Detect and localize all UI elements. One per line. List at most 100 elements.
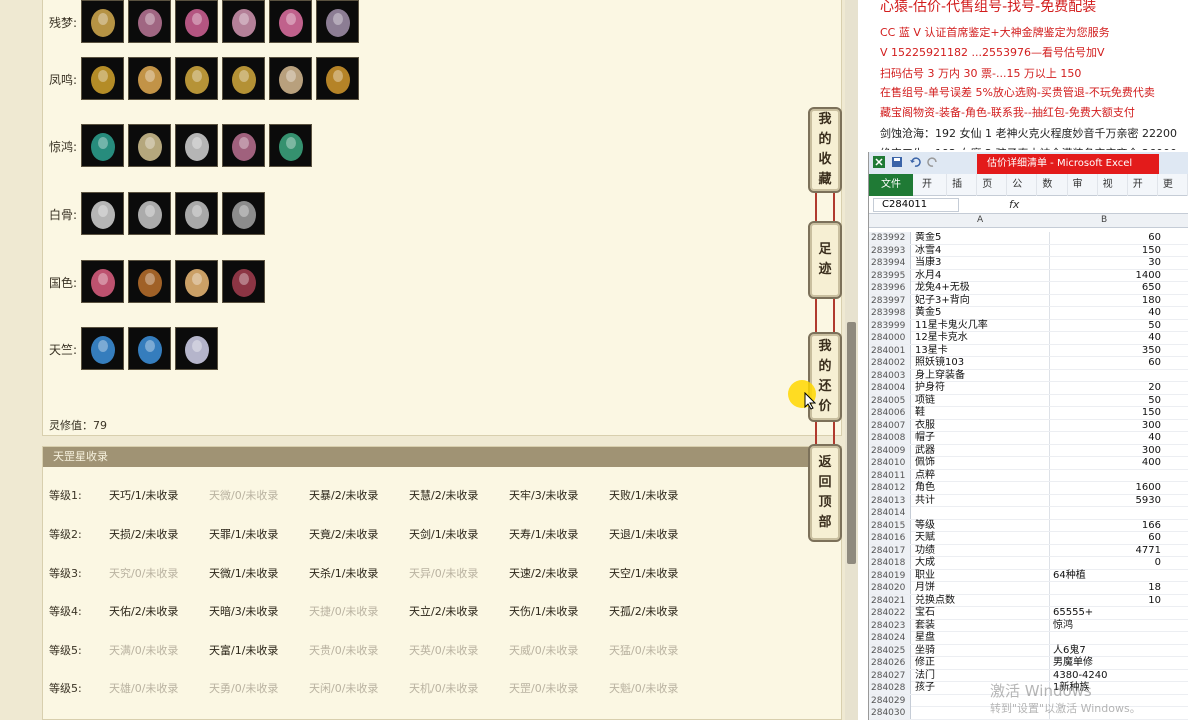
star-entry[interactable]: 天雄/0/未收录 <box>109 680 178 696</box>
star-entry[interactable]: 天损/2/未收录 <box>109 526 178 542</box>
sheet-row[interactable]: 284023 套装 惊鸿 <box>869 619 1188 632</box>
name-box[interactable]: C284011 <box>873 198 959 212</box>
item-icon[interactable] <box>175 192 218 235</box>
cell-a[interactable]: 妃子3+背向 <box>915 295 970 307</box>
item-icon[interactable] <box>316 0 359 43</box>
sheet-row[interactable]: 284002 照妖镜103 60 <box>869 357 1188 370</box>
redo-icon[interactable] <box>927 156 939 168</box>
row-number[interactable]: 284017 <box>869 544 911 557</box>
item-icon[interactable] <box>128 260 171 303</box>
row-number[interactable]: 284015 <box>869 519 911 532</box>
sheet-row[interactable]: 284011 点粹 <box>869 469 1188 482</box>
cell-a[interactable]: 佩饰 <box>915 457 935 469</box>
column-a-header[interactable]: A <box>977 215 983 225</box>
sheet-row[interactable]: 284009 武器 300 <box>869 444 1188 457</box>
cell-b[interactable]: 20 <box>1049 382 1161 394</box>
item-icon[interactable] <box>81 192 124 235</box>
back-to-top-button[interactable]: 返回顶部 <box>808 444 842 542</box>
cell-a[interactable]: 黄金5 <box>915 232 941 244</box>
cell-a[interactable]: 天赋 <box>915 532 935 544</box>
cell-a[interactable]: 宝石 <box>915 607 935 619</box>
cell-b[interactable]: 5930 <box>1049 495 1161 507</box>
sheet-row[interactable]: 284004 护身符 20 <box>869 382 1188 395</box>
star-entry[interactable]: 天寿/1/未收录 <box>509 526 578 542</box>
star-entry[interactable]: 天富/1/未收录 <box>209 642 278 658</box>
cell-b[interactable]: 10 <box>1049 595 1161 607</box>
item-icon[interactable] <box>128 124 171 167</box>
ribbon-tab[interactable]: 开始 <box>917 173 948 212</box>
item-icon[interactable] <box>175 0 218 43</box>
star-entry[interactable]: 天孤/2/未收录 <box>609 603 678 619</box>
cell-a[interactable]: 法门 <box>915 670 935 682</box>
star-entry[interactable]: 天空/1/未收录 <box>609 565 678 581</box>
cell-a[interactable]: 职业 <box>915 570 935 582</box>
spreadsheet-grid[interactable]: 283992 黄金5 60 283993 冰雪4 150 283994 当康3 30 283995… <box>869 232 1188 720</box>
ribbon-tab[interactable]: 审阅 <box>1068 173 1098 212</box>
cell-b[interactable]: 30 <box>1049 257 1161 269</box>
cell-a[interactable]: 11星卡鬼火几率 <box>915 320 988 332</box>
cell-b[interactable]: 40 <box>1049 432 1161 444</box>
sheet-row[interactable]: 284016 天赋 60 <box>869 532 1188 545</box>
cell-a[interactable]: 水月4 <box>915 270 941 282</box>
footprint-button[interactable]: 足迹 <box>808 221 842 299</box>
sheet-row[interactable]: 284022 宝石 65555+ <box>869 607 1188 620</box>
star-entry[interactable]: 天退/1/未收录 <box>609 526 678 542</box>
row-number[interactable]: 284030 <box>869 707 911 719</box>
cell-a[interactable]: 12星卡克水 <box>915 332 968 344</box>
sheet-row[interactable]: 284019 职业 64种植 <box>869 569 1188 582</box>
star-entry[interactable]: 天微/1/未收录 <box>209 565 278 581</box>
page-scrollbar[interactable] <box>845 0 858 720</box>
cell-b[interactable]: 300 <box>1049 445 1161 457</box>
cell-b[interactable]: 惊鸿 <box>1053 620 1073 632</box>
sheet-row[interactable]: 284018 大成 0 <box>869 557 1188 570</box>
item-icon[interactable] <box>175 260 218 303</box>
star-entry[interactable]: 天杀/1/未收录 <box>309 565 378 581</box>
cell-b[interactable]: 400 <box>1049 457 1161 469</box>
cell-b[interactable]: 64种植 <box>1053 570 1086 582</box>
sheet-row[interactable]: 284001 13星卡 350 <box>869 344 1188 357</box>
cell-b[interactable]: 50 <box>1049 395 1161 407</box>
row-number[interactable]: 284028 <box>869 682 911 694</box>
cell-a[interactable]: 共计 <box>915 495 935 507</box>
file-tab[interactable]: 文件 <box>869 173 913 196</box>
row-number[interactable]: 284022 <box>869 607 911 619</box>
sheet-row[interactable]: 284025 坐骑 人6鬼7 <box>869 644 1188 657</box>
sheet-row[interactable]: 284008 帽子 40 <box>869 432 1188 445</box>
cell-b[interactable]: 0 <box>1049 557 1161 569</box>
my-favorites-button[interactable]: 我的收藏 <box>808 107 842 193</box>
star-entry[interactable]: 天魁/0/未收录 <box>609 680 678 696</box>
cell-b[interactable]: 150 <box>1049 407 1161 419</box>
cell-a[interactable]: 武器 <box>915 445 935 457</box>
row-number[interactable]: 284014 <box>869 507 911 519</box>
cell-a[interactable]: 等级 <box>915 520 935 532</box>
star-entry[interactable]: 天佑/2/未收录 <box>109 603 178 619</box>
cell-b[interactable]: 50 <box>1049 320 1161 332</box>
star-entry[interactable]: 天立/2/未收录 <box>409 603 478 619</box>
cell-b[interactable]: 40 <box>1049 332 1161 344</box>
star-entry[interactable]: 天竟/2/未收录 <box>309 526 378 542</box>
cell-a[interactable]: 大成 <box>915 557 935 569</box>
star-entry[interactable]: 天究/0/未收录 <box>109 565 178 581</box>
cell-a[interactable]: 衣服 <box>915 420 935 432</box>
item-icon[interactable] <box>175 57 218 100</box>
ribbon-tab[interactable]: 插入 <box>947 173 978 212</box>
row-number[interactable]: 284026 <box>869 657 911 669</box>
row-number[interactable]: 284012 <box>869 482 911 494</box>
star-entry[interactable]: 天暴/2/未收录 <box>309 487 378 503</box>
cell-b[interactable]: 60 <box>1049 232 1161 244</box>
item-icon[interactable] <box>316 57 359 100</box>
star-entry[interactable]: 天微/0/未收录 <box>209 487 278 503</box>
cell-a[interactable]: 13星卡 <box>915 345 948 357</box>
item-icon[interactable] <box>269 57 312 100</box>
row-number[interactable]: 284009 <box>869 444 911 457</box>
star-entry[interactable]: 天暗/3/未收录 <box>209 603 278 619</box>
cell-b[interactable]: 350 <box>1049 345 1161 357</box>
cell-a[interactable]: 鞋 <box>915 407 925 419</box>
row-number[interactable]: 283996 <box>869 282 911 294</box>
sheet-row[interactable]: 283997 妃子3+背向 180 <box>869 294 1188 307</box>
item-icon[interactable] <box>128 192 171 235</box>
cell-b[interactable]: 180 <box>1049 295 1161 307</box>
star-entry[interactable]: 天败/1/未收录 <box>609 487 678 503</box>
sheet-row[interactable]: 284017 功绩 4771 <box>869 544 1188 557</box>
sheet-row[interactable]: 283992 黄金5 60 <box>869 232 1188 245</box>
